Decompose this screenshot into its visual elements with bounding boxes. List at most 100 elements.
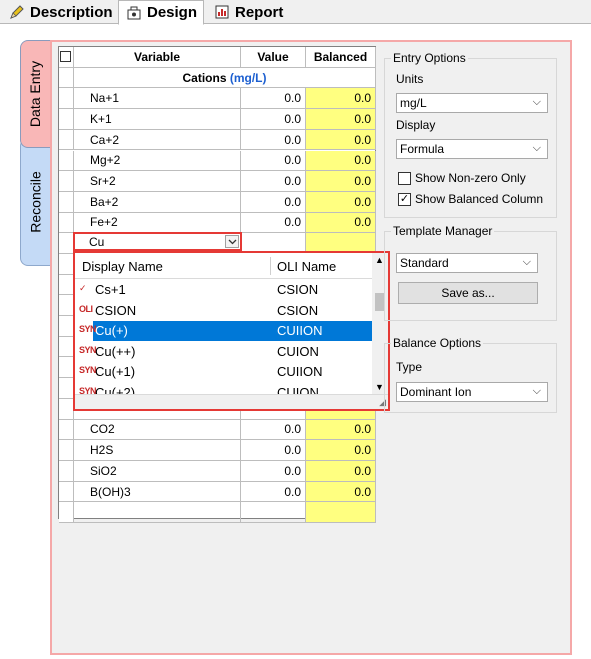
chevron-down-icon[interactable] xyxy=(225,235,239,248)
row-header[interactable] xyxy=(59,233,74,254)
species-type-icon: OLI xyxy=(79,303,93,314)
chevron-down-icon: ⌵ xyxy=(532,385,541,397)
tab-description[interactable]: Description xyxy=(2,0,119,24)
row-header[interactable] xyxy=(59,419,74,441)
table-row-variable[interactable]: Na+1 xyxy=(74,88,241,110)
table-row-value[interactable] xyxy=(241,502,306,524)
list-item[interactable]: SYN Cu(+1) CUIION xyxy=(75,362,372,382)
table-row-variable[interactable]: CO2 xyxy=(74,419,241,441)
column-oli-name[interactable]: OLI Name xyxy=(277,259,336,274)
table-row-value[interactable]: 0.0 xyxy=(241,440,306,461)
table-row-variable[interactable]: B(OH)3 xyxy=(74,481,241,503)
row-header[interactable] xyxy=(59,481,74,503)
table-row-balanced: 0.0 xyxy=(306,481,376,503)
table-row-value[interactable]: 0.0 xyxy=(241,212,306,234)
variable-combo-edit[interactable]: Cu xyxy=(73,232,242,251)
table-row-balanced: 0.0 xyxy=(306,440,376,461)
tab-data-entry[interactable]: Data Entry xyxy=(20,40,50,148)
table-row-value[interactable]: 0.0 xyxy=(241,88,306,110)
table-row-variable[interactable]: K+1 xyxy=(74,109,241,130)
list-item-oli-name: CSION xyxy=(277,302,319,318)
row-header[interactable] xyxy=(59,295,74,317)
row-header[interactable] xyxy=(59,254,74,275)
table-row-balanced: 0.0 xyxy=(306,461,376,482)
tab-design[interactable]: Design xyxy=(118,0,205,25)
column-display-name[interactable]: Display Name xyxy=(82,259,163,274)
scroll-up-icon[interactable]: ▲ xyxy=(375,255,384,265)
table-row-value[interactable]: 0.0 xyxy=(241,129,306,151)
display-value: Formula xyxy=(400,142,445,156)
scroll-down-icon[interactable]: ▼ xyxy=(375,382,384,392)
row-header[interactable] xyxy=(59,502,74,524)
type-label: Type xyxy=(396,360,423,374)
table-row-value[interactable]: 0.0 xyxy=(241,419,306,441)
chevron-down-icon: ⌵ xyxy=(532,142,541,154)
template-manager-group: Template Manager xyxy=(384,224,557,321)
table-row-variable[interactable]: Ba+2 xyxy=(74,191,241,213)
chevron-down-icon: ⌵ xyxy=(522,256,531,268)
header-value[interactable]: Value xyxy=(241,47,306,68)
row-header[interactable] xyxy=(59,109,74,130)
row-header[interactable] xyxy=(59,440,74,461)
table-row-variable[interactable]: H2S xyxy=(74,440,241,461)
table-row-value[interactable]: 0.0 xyxy=(241,171,306,192)
header-variable[interactable]: Variable xyxy=(74,47,241,68)
table-row-variable[interactable]: Fe+2 xyxy=(74,212,241,234)
row-header[interactable] xyxy=(59,336,74,358)
table-row-value[interactable]: 0.0 xyxy=(241,109,306,130)
table-row-balanced: 0.0 xyxy=(306,419,376,441)
display-select[interactable]: Formula ⌵ xyxy=(396,139,548,159)
table-row-balanced: 0.0 xyxy=(306,88,376,110)
list-item[interactable]: OLI CSION CSION xyxy=(75,301,372,321)
show-nonzero-label: Show Non-zero Only xyxy=(415,171,526,185)
list-item-oli-name: CUIION xyxy=(277,323,323,338)
show-balanced-checkbox[interactable]: ✓ Show Balanced Column xyxy=(398,192,543,206)
row-header[interactable] xyxy=(59,88,74,110)
units-select[interactable]: mg/L ⌵ xyxy=(396,93,548,113)
show-balanced-label: Show Balanced Column xyxy=(415,192,544,206)
section-unit: (mg/L) xyxy=(229,70,267,85)
row-header[interactable] xyxy=(59,461,74,482)
tab-report[interactable]: Report xyxy=(207,0,289,24)
row-header[interactable] xyxy=(59,150,74,172)
row-header[interactable] xyxy=(59,129,74,151)
row-header[interactable] xyxy=(59,398,74,420)
row-header[interactable] xyxy=(59,378,74,399)
table-row-variable[interactable]: Mg+2 xyxy=(74,150,241,172)
table-row-variable[interactable] xyxy=(74,502,241,524)
template-select[interactable]: Standard ⌵ xyxy=(396,253,538,273)
report-icon xyxy=(213,3,231,21)
grid-corner[interactable] xyxy=(59,47,74,68)
row-header[interactable] xyxy=(59,171,74,192)
balance-type-select[interactable]: Dominant Ion ⌵ xyxy=(396,382,548,402)
checkbox-box[interactable] xyxy=(398,171,411,185)
top-tab-bar: Description Design Report xyxy=(0,0,591,25)
list-item[interactable]: SYN Cu(+) CUIION xyxy=(75,321,372,341)
table-row-variable[interactable]: SiO2 xyxy=(74,461,241,482)
row-header[interactable] xyxy=(59,191,74,213)
row-header[interactable] xyxy=(59,212,74,234)
tab-reconcile[interactable]: Reconcile xyxy=(20,138,50,266)
row-header[interactable] xyxy=(59,316,74,337)
show-nonzero-checkbox[interactable]: Show Non-zero Only xyxy=(398,171,526,185)
dropdown-footer: ◢ xyxy=(75,394,388,409)
tab-reconcile-label: Reconcile xyxy=(27,171,44,233)
header-balanced[interactable]: Balanced xyxy=(306,47,376,68)
checkbox-box[interactable]: ✓ xyxy=(398,192,411,206)
table-row-balanced: 0.0 xyxy=(306,212,376,234)
table-row-variable[interactable]: Ca+2 xyxy=(74,129,241,151)
table-row-balanced xyxy=(306,502,376,524)
template-manager-title: Template Manager xyxy=(391,224,495,238)
row-header[interactable] xyxy=(59,357,74,379)
table-row-value[interactable]: 0.0 xyxy=(241,461,306,482)
list-item[interactable]: ✓ Cs+1 CSION xyxy=(75,280,372,300)
table-row-value[interactable]: 0.0 xyxy=(241,150,306,172)
display-label: Display xyxy=(396,118,436,132)
table-row-value[interactable]: 0.0 xyxy=(241,191,306,213)
species-dropdown-list[interactable]: Display Name OLI Name ✓ Cs+1 CSION OLI CSION… xyxy=(73,251,390,411)
table-row-value[interactable]: 0.0 xyxy=(241,481,306,503)
row-header[interactable] xyxy=(59,274,74,296)
table-row-variable[interactable]: Sr+2 xyxy=(74,171,241,192)
save-as-button[interactable]: Save as... xyxy=(398,282,538,304)
list-item[interactable]: SYN Cu(++) CUION xyxy=(75,342,372,362)
